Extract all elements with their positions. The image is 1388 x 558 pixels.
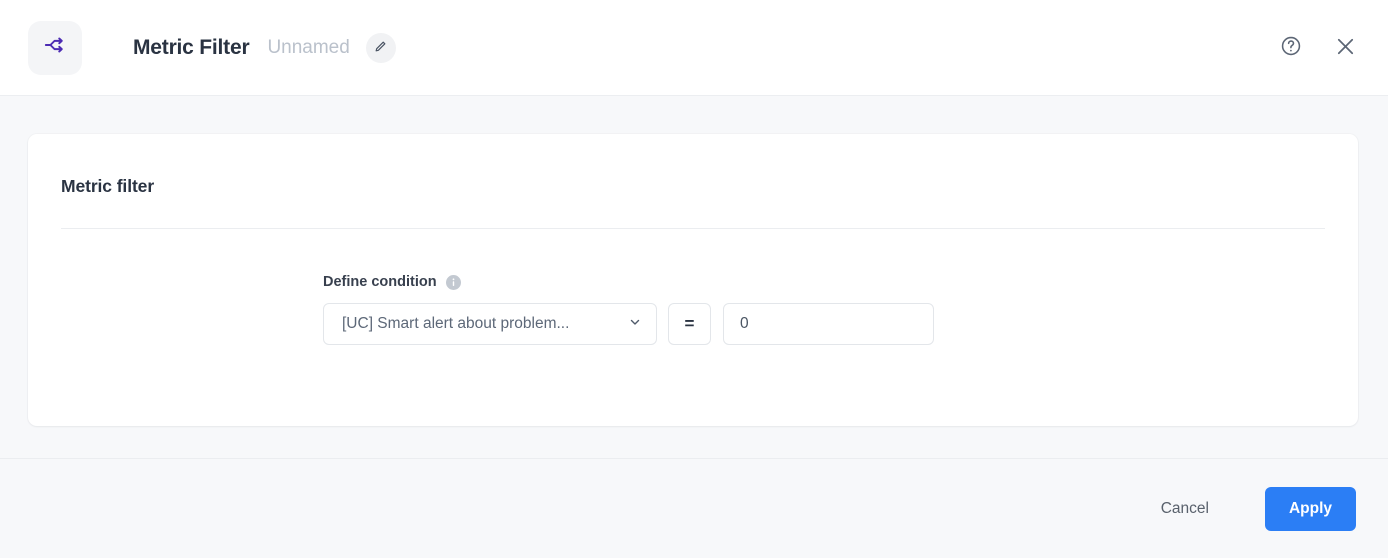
- page-title: Metric Filter: [133, 36, 249, 60]
- apply-button[interactable]: Apply: [1265, 487, 1356, 531]
- define-condition-label: Define condition: [323, 274, 437, 290]
- help-circle-icon: [1280, 35, 1302, 60]
- info-circle-icon[interactable]: [446, 275, 461, 290]
- dialog-header: Metric Filter Unnamed: [0, 0, 1388, 96]
- operator-button[interactable]: =: [668, 303, 711, 345]
- cancel-button[interactable]: Cancel: [1147, 490, 1223, 528]
- dialog-body: Metric filter Define condition: [0, 96, 1388, 458]
- card-title: Metric filter: [61, 134, 1325, 197]
- filter-name-label: Unnamed: [267, 37, 349, 59]
- define-condition-section: Define condition [UC] Smart alert about …: [61, 229, 1325, 345]
- condition-row: [UC] Smart alert about problem... =: [323, 303, 1325, 345]
- threshold-value-input[interactable]: [723, 303, 934, 345]
- edit-name-button[interactable]: [366, 33, 396, 63]
- close-button[interactable]: [1328, 31, 1362, 65]
- metric-filter-card: Metric filter Define condition: [28, 134, 1358, 426]
- help-button[interactable]: [1274, 31, 1308, 65]
- close-icon: [1334, 35, 1357, 61]
- define-condition-label-row: Define condition: [323, 274, 1325, 290]
- pencil-icon: [374, 40, 387, 56]
- dialog-footer: Cancel Apply: [0, 458, 1388, 558]
- metric-select-value: [UC] Smart alert about problem...: [342, 315, 628, 333]
- app-icon-badge: [28, 21, 82, 75]
- metric-filter-dialog: Metric Filter Unnamed: [0, 0, 1388, 558]
- shuffle-split-icon: [44, 34, 66, 61]
- metric-select[interactable]: [UC] Smart alert about problem...: [323, 303, 657, 345]
- chevron-down-icon: [628, 315, 642, 334]
